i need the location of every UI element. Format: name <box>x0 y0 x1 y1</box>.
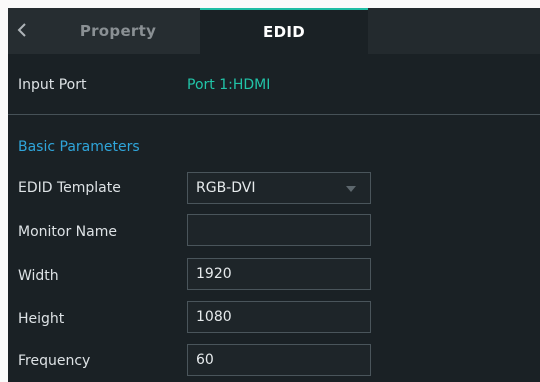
frequency-label: Frequency <box>18 353 91 369</box>
section-title-basic-parameters: Basic Parameters <box>18 139 140 155</box>
divider <box>8 114 540 115</box>
tab-edid-label: EDID <box>263 23 305 41</box>
back-button[interactable] <box>8 8 36 54</box>
chevron-left-icon <box>17 22 27 41</box>
tab-bar: Property EDID <box>8 8 540 54</box>
monitor-name-input[interactable] <box>187 214 371 246</box>
edid-panel: Property EDID Input Port Port 1:HDMI Bas… <box>8 8 540 382</box>
input-port-row: Input Port Port 1:HDMI <box>8 54 540 114</box>
edid-template-label: EDID Template <box>18 180 121 196</box>
tab-bar-empty <box>368 8 540 54</box>
width-input[interactable]: 1920 <box>187 258 371 290</box>
edid-template-value: RGB-DVI <box>196 180 256 196</box>
height-input[interactable]: 1080 <box>187 301 371 333</box>
chevron-down-icon <box>346 186 356 192</box>
input-port-label: Input Port <box>18 77 87 93</box>
frequency-input[interactable]: 60 <box>187 344 371 376</box>
tab-edid[interactable]: EDID <box>200 8 368 54</box>
tab-property[interactable]: Property <box>36 8 200 54</box>
height-label: Height <box>18 311 65 327</box>
monitor-name-label: Monitor Name <box>18 224 117 240</box>
height-value: 1080 <box>196 309 232 325</box>
width-label: Width <box>18 268 59 284</box>
frequency-value: 60 <box>196 352 214 368</box>
width-value: 1920 <box>196 266 232 282</box>
edid-template-select[interactable]: RGB-DVI <box>187 172 371 204</box>
tab-property-label: Property <box>79 22 157 40</box>
input-port-value[interactable]: Port 1:HDMI <box>187 77 270 93</box>
screen: Property EDID Input Port Port 1:HDMI Bas… <box>0 0 540 382</box>
